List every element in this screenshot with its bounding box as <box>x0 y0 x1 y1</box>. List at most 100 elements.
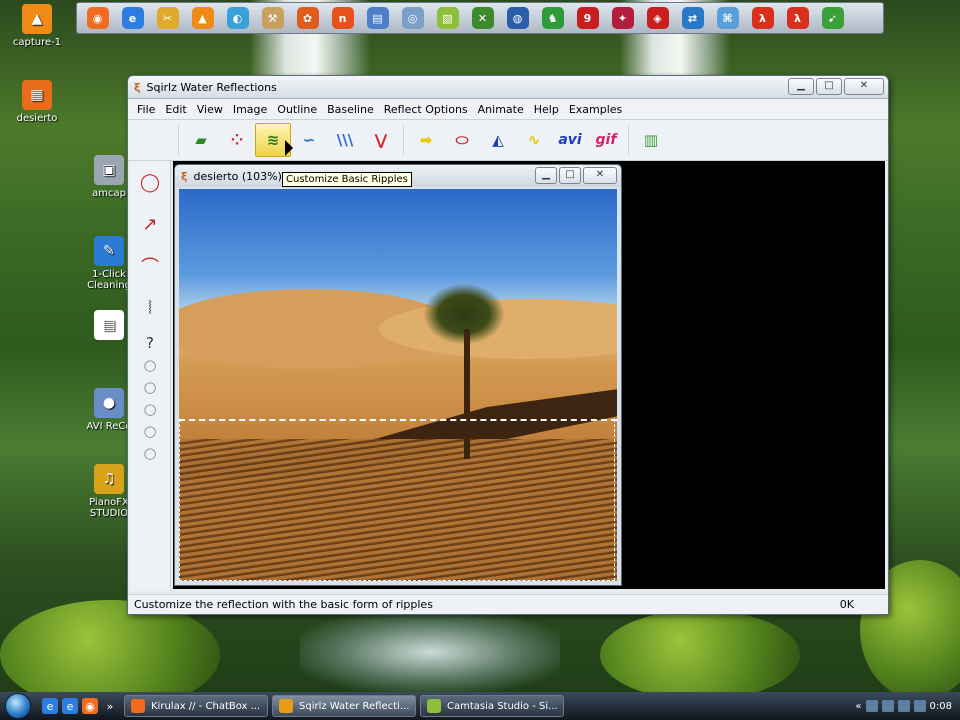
taskbar: e e ◉ » Kirulax // - ChatBox ... Sqirlz W… <box>0 692 960 720</box>
image-maximize-button[interactable]: □ <box>559 167 581 184</box>
clip-icon[interactable]: ◎ <box>396 4 429 32</box>
ripples-button[interactable]: ∽ <box>291 123 327 157</box>
avi-button[interactable]: avi <box>552 123 588 157</box>
menu-bar: File Edit View Image Outline Baseline Reflect … <box>128 99 888 120</box>
image-window[interactable]: ξ desierto (103%) ▁ □ ✕ <box>174 164 622 586</box>
menu-help[interactable]: Help <box>529 103 564 116</box>
vlc-icon[interactable]: ▲ <box>186 4 219 32</box>
line-tool[interactable]: ↗ <box>132 207 168 241</box>
wave-yellow-button[interactable]: ∿ <box>516 123 552 157</box>
half-life-icon-glyph: λ <box>751 7 774 29</box>
game-icon-glyph: ◈ <box>646 7 669 29</box>
menu-animate[interactable]: Animate <box>473 103 529 116</box>
internet-explorer-icon-glyph: e <box>121 7 144 29</box>
tools-icon-glyph: ✂ <box>156 7 179 29</box>
firefox-icon[interactable]: ◉ <box>82 698 98 714</box>
tools-icon[interactable]: ✂ <box>151 4 184 32</box>
desktop-icon[interactable]: ▲ capture-1 <box>2 4 72 48</box>
start-button[interactable] <box>0 692 36 720</box>
image-window-icon: ξ <box>181 169 188 183</box>
arrow-app-icon[interactable]: ➹ <box>816 4 849 32</box>
menu-examples[interactable]: Examples <box>564 103 627 116</box>
menu-baseline[interactable]: Baseline <box>322 103 379 116</box>
shape-tool-3[interactable]: ○ <box>132 399 168 419</box>
gif-button[interactable]: gif <box>588 123 624 157</box>
earth-icon[interactable]: ◍ <box>501 4 534 32</box>
panel-button[interactable]: ▥ <box>633 123 669 157</box>
tray-icon[interactable] <box>881 700 894 712</box>
desktop-icon-glyph: ✎ <box>94 236 124 266</box>
tray-icon[interactable] <box>897 700 910 712</box>
half-life-icon[interactable]: λ <box>746 4 779 32</box>
xbox-icon-glyph: ✕ <box>471 7 494 29</box>
help-shape-tool[interactable]: ? <box>132 333 168 353</box>
nero-icon[interactable]: n <box>326 4 359 32</box>
menu-reflect-options[interactable]: Reflect Options <box>379 103 473 116</box>
desktop-icon[interactable]: ▦ desierto <box>2 80 72 124</box>
menu-edit[interactable]: Edit <box>160 103 191 116</box>
shape-tool-2[interactable]: ○ <box>132 377 168 397</box>
taskbar-button[interactable]: Kirulax // - ChatBox ... <box>124 695 268 717</box>
shape-tool-5[interactable]: ○ <box>132 443 168 463</box>
app-icon: ξ <box>134 80 141 94</box>
desktop-rock <box>600 610 800 700</box>
desktop-pool <box>300 612 560 692</box>
curve-tool[interactable]: ⌒ <box>132 249 168 283</box>
hammer-icon[interactable]: ⚒ <box>256 4 289 32</box>
chess-icon[interactable]: ♞ <box>536 4 569 32</box>
game-icon[interactable]: ◈ <box>641 4 674 32</box>
close-button[interactable]: ✕ <box>844 78 884 95</box>
paw-icon[interactable]: ✿ <box>291 4 324 32</box>
menu-image[interactable]: Image <box>228 103 272 116</box>
image-close-button[interactable]: ✕ <box>583 167 617 184</box>
image-minimize-button[interactable]: ▁ <box>535 167 557 184</box>
ellipse-tool[interactable]: ◯ <box>132 165 168 199</box>
shape-tool-4[interactable]: ○ <box>132 421 168 441</box>
zigzag-tool[interactable]: ⦚ <box>132 291 168 325</box>
ie-icon-2[interactable]: e <box>62 698 78 714</box>
shape-tool-1[interactable]: ○ <box>132 355 168 375</box>
we9-icon[interactable]: 9 <box>571 4 604 32</box>
network-icon-glyph: ⌘ <box>716 7 739 29</box>
left-toolbox: ◯ ↗ ⌒ ⦚? ○ ○ ○ ○ ○ <box>130 161 171 591</box>
ie-icon[interactable]: e <box>42 698 58 714</box>
puzzle-icon[interactable]: ✦ <box>606 4 639 32</box>
half-life-2-icon[interactable]: λ <box>781 4 814 32</box>
maximize-button[interactable]: □ <box>816 78 842 95</box>
vlc-icon-glyph: ▲ <box>191 7 214 29</box>
tray-arrow-icon[interactable]: « <box>855 701 861 712</box>
minimize-button[interactable]: ▁ <box>788 78 814 95</box>
taskbar-button-label: Kirulax // - ChatBox ... <box>151 700 261 712</box>
menu-outline[interactable]: Outline <box>272 103 322 116</box>
menu-view[interactable]: View <box>192 103 228 116</box>
reflection-button[interactable]: ⬭ <box>444 123 480 157</box>
more-icon[interactable]: » <box>102 698 118 714</box>
open-folder-button[interactable]: ▰ <box>183 123 219 157</box>
waves-button[interactable]: \\\ <box>327 123 363 157</box>
firefox-icon[interactable]: ◉ <box>81 4 114 32</box>
points-button[interactable]: ⁘ <box>219 123 255 157</box>
notes-icon[interactable]: ▧ <box>431 4 464 32</box>
teamviewer-icon[interactable]: ⇄ <box>676 4 709 32</box>
rays-button[interactable]: ⋁ <box>363 123 399 157</box>
desktop-icon-label: desierto <box>16 113 58 124</box>
triangle-button[interactable]: ◭ <box>480 123 516 157</box>
network-icon[interactable]: ⌘ <box>711 4 744 32</box>
menu-file[interactable]: File <box>132 103 160 116</box>
media-icon[interactable]: ◐ <box>221 4 254 32</box>
image-window-title: desierto (103%) <box>193 169 282 183</box>
desktop-icon-label: capture-1 <box>12 37 62 48</box>
desktop-icon-glyph: ● <box>94 388 124 418</box>
internet-explorer-icon[interactable]: e <box>116 4 149 32</box>
teamviewer-icon-glyph: ⇄ <box>681 7 704 29</box>
taskbar-app-icon <box>427 699 441 713</box>
clock[interactable]: 0:08 <box>930 701 952 712</box>
xbox-icon[interactable]: ✕ <box>466 4 499 32</box>
taskbar-button[interactable]: Sqirlz Water Reflecti... <box>272 695 416 717</box>
document-icon[interactable]: ▤ <box>361 4 394 32</box>
tray-icon[interactable] <box>865 700 878 712</box>
arrow-right-button[interactable]: ➡ <box>408 123 444 157</box>
window-titlebar[interactable]: ξ Sqirlz Water Reflections ▁ □ ✕ <box>128 76 888 99</box>
tray-icon[interactable] <box>913 700 926 712</box>
taskbar-button[interactable]: Camtasia Studio - Si... <box>420 695 564 717</box>
